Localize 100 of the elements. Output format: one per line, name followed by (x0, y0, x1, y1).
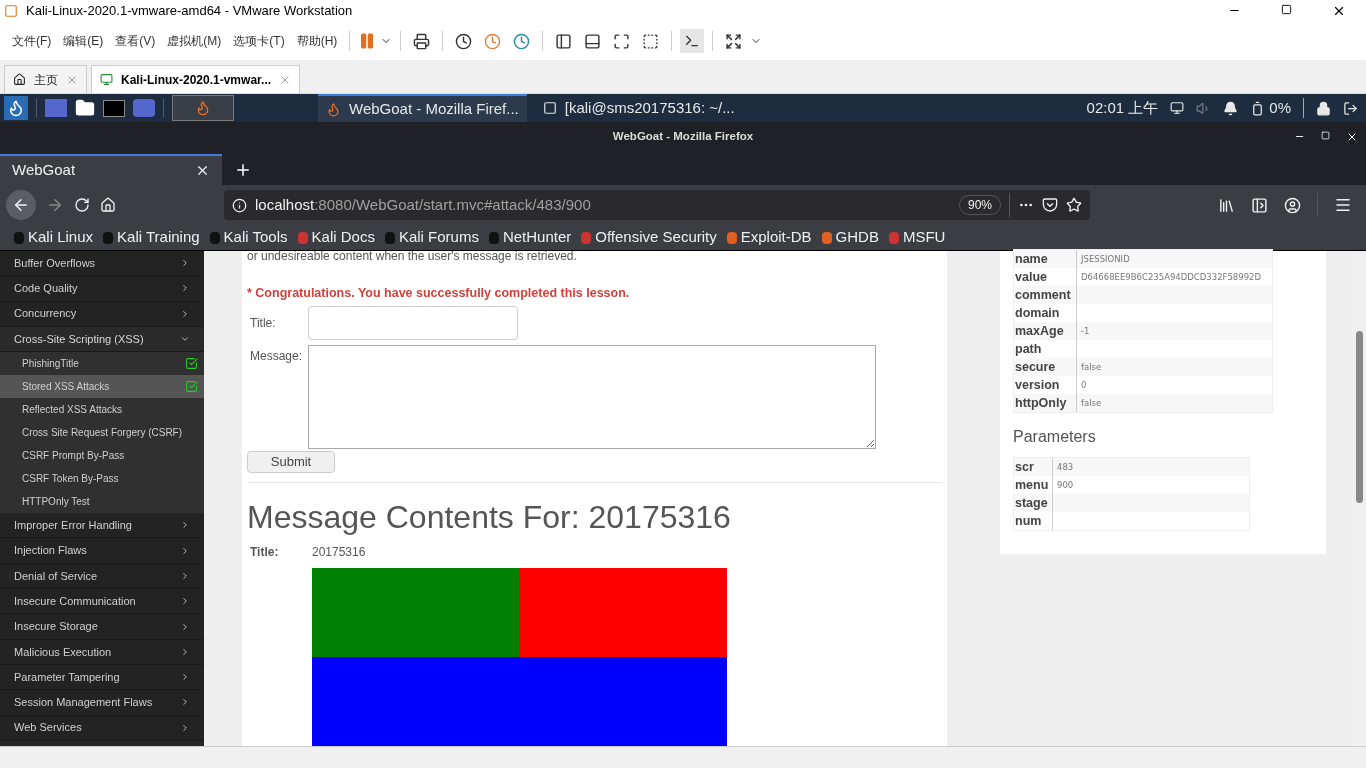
chevron-icon (180, 570, 190, 581)
menu-item[interactable]: 选项卡(T) (229, 32, 289, 50)
table-value: 900 (1056, 478, 1075, 492)
firefox-icon (326, 101, 341, 117)
lesson-item[interactable]: CSRF Prompt By-Pass (0, 444, 204, 468)
bookmark-icon (103, 231, 114, 244)
message-heading: Message Contents For: 20175316 (247, 501, 732, 533)
sidebar-icon[interactable] (1251, 196, 1268, 214)
account-icon[interactable] (1284, 196, 1301, 214)
bookmark-item[interactable]: Kali Tools (209, 226, 288, 249)
taskbar-window[interactable]: WebGoat - Mozilla Firef... (318, 94, 527, 122)
browser-tab[interactable]: WebGoat (0, 154, 222, 185)
chevron-icon (180, 520, 190, 531)
lesson-item[interactable]: CSRF Token By-Pass (0, 467, 204, 491)
category-item[interactable]: Cross-Site Scripting (XSS) (0, 326, 204, 353)
logout-icon[interactable] (1343, 100, 1358, 116)
table-key: num (1014, 511, 1052, 531)
folder-icon[interactable] (75, 98, 95, 118)
battery-level: 0% (1269, 97, 1291, 118)
close-icon (195, 163, 210, 178)
lesson-item[interactable]: HTTPOnly Test (0, 490, 204, 514)
firefox-launcher-icon[interactable] (172, 95, 234, 121)
chevron-icon (180, 258, 190, 269)
table-key: name (1014, 249, 1076, 269)
submit-button[interactable]: Submit (247, 450, 335, 473)
bookmark-icon (581, 231, 592, 244)
table-key: path (1014, 339, 1076, 359)
menu-item[interactable]: 帮助(H) (292, 32, 342, 50)
bookmark-item[interactable]: Offensive Security (581, 226, 717, 249)
table-key: scr (1014, 457, 1052, 477)
message-title: 20175316 (312, 544, 366, 561)
library-icon[interactable] (1218, 196, 1235, 214)
table-value: -1 (1080, 324, 1091, 338)
bell-icon[interactable] (1223, 100, 1239, 116)
vm-icon (100, 73, 113, 86)
home-icon (13, 73, 26, 86)
bookmark-item[interactable]: Kali Forums (384, 226, 479, 249)
bookmark-item[interactable]: NetHunter (488, 226, 572, 249)
back-icon[interactable] (6, 190, 36, 220)
table-value: D64668EE9B6C235A94DDCD332F58992D (1080, 270, 1263, 284)
lock-icon[interactable] (1316, 100, 1331, 116)
chevron-icon (180, 283, 190, 294)
chevron-icon (180, 646, 190, 657)
table-key: domain (1014, 303, 1076, 323)
table-value: 483 (1056, 460, 1075, 474)
bookmark-icon (384, 231, 395, 244)
chevron-icon (180, 545, 190, 556)
menu-item[interactable]: 查看(V) (111, 32, 160, 50)
message-field[interactable] (308, 344, 876, 449)
table-key: httpOnly (1014, 393, 1076, 413)
table-key: value (1014, 267, 1076, 287)
scrollbar-thumb[interactable] (1355, 331, 1363, 503)
close-icon[interactable] (1346, 131, 1358, 143)
bookmark-item[interactable]: Kali Training (103, 226, 200, 249)
bookmark-item[interactable]: GHDB (821, 226, 879, 249)
taskbar-window[interactable]: [kali@sms20175316: ~/... (534, 94, 743, 122)
kali-menu-icon[interactable] (4, 96, 28, 120)
bookmark-item[interactable]: Kali Docs (297, 226, 375, 249)
bookmark-icon (488, 231, 499, 244)
field-label: Title: (250, 544, 280, 561)
chevron-icon (180, 308, 190, 319)
lesson-item[interactable]: Reflected XSS Attacks (0, 398, 204, 422)
pocket-icon (1042, 197, 1058, 213)
bookmark-item[interactable]: Kali Linux (14, 226, 94, 249)
vm-tab[interactable]: 主页 (4, 65, 87, 93)
forward-icon[interactable] (46, 196, 64, 214)
table-key: comment (1014, 285, 1076, 305)
lesson-item[interactable]: Cross Site Request Forgery (CSRF) (0, 421, 204, 445)
lesson-item[interactable]: PhishingTitle (0, 352, 204, 376)
address-bar[interactable]: localhost:8080/WebGoat/start.mvc#attack/483/900 90% (224, 190, 1090, 220)
bookmark-item[interactable]: MSFU (888, 226, 946, 249)
bookmark-icon (888, 231, 899, 244)
menu-item[interactable]: 编辑(E) (59, 32, 108, 50)
menu-icon[interactable] (1334, 196, 1352, 214)
table-key: menu (1014, 475, 1052, 495)
display-icon[interactable] (1170, 101, 1185, 115)
table-value: false (1080, 396, 1103, 410)
table-value: false (1080, 360, 1103, 374)
maximize-icon[interactable] (1321, 131, 1330, 143)
table-key: version (1014, 375, 1076, 395)
vm-tab[interactable]: Kali-Linux-2020.1-vmwar... (91, 65, 301, 93)
success-message: * Congratulations. You have successfully completed this lesson. (247, 285, 631, 302)
window-title: Kali-Linux-2020.1-vmware-amd64 - VMware Workstation (26, 2, 353, 21)
home-icon[interactable] (100, 197, 116, 213)
bookmark-star-icon (1066, 197, 1082, 213)
close-icon[interactable] (1332, 4, 1346, 18)
reload-icon[interactable] (74, 197, 90, 213)
table-key: secure (1014, 357, 1076, 377)
menu-item[interactable]: 文件(F) (8, 32, 56, 50)
bookmark-icon (726, 231, 737, 244)
console-icon[interactable] (680, 29, 705, 53)
menu-item[interactable]: 虚拟机(M) (163, 32, 226, 50)
bookmark-icon (14, 231, 24, 244)
title-field[interactable] (308, 305, 518, 340)
bookmark-item[interactable]: Exploit-DB (726, 226, 812, 249)
lesson-item[interactable]: Stored XSS Attacks (0, 375, 204, 399)
table-value: JSESSIONID (1079, 252, 1131, 266)
chevron-icon (180, 697, 190, 708)
bookmark-icon (209, 231, 220, 244)
chevron-icon (180, 672, 190, 683)
